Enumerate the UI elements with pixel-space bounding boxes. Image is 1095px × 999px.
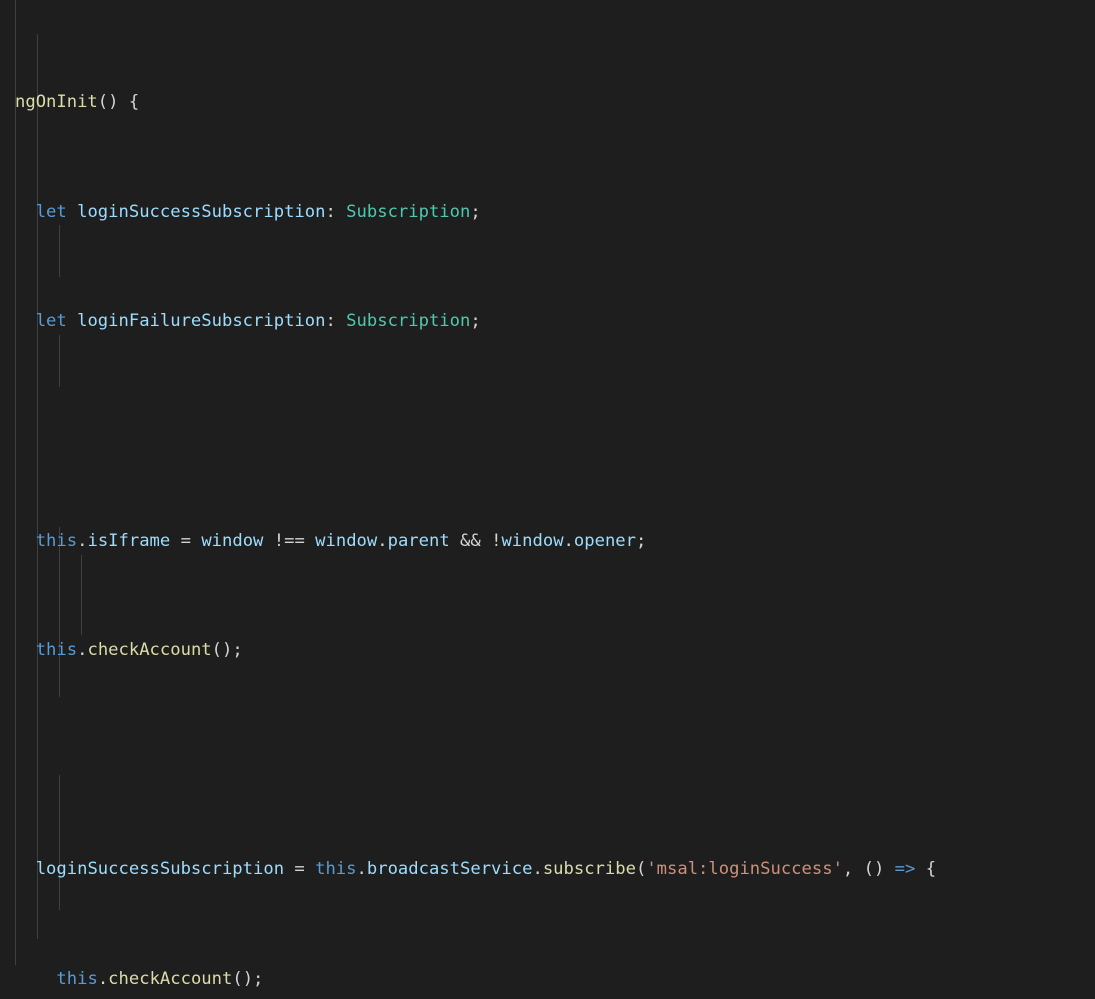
- token-this: this: [315, 859, 357, 880]
- code-line[interactable]: this.checkAccount();: [0, 966, 988, 993]
- token-identifier: loginSuccessSubscription: [77, 201, 326, 222]
- token-identifier: loginSuccessSubscription: [35, 859, 285, 880]
- token-property: parent: [387, 530, 450, 551]
- token-this: this: [35, 530, 78, 551]
- code-line[interactable]: let loginFailureSubscription: Subscripti…: [0, 308, 988, 335]
- token-method: subscribe: [542, 859, 636, 880]
- code-line[interactable]: this.checkAccount();: [0, 637, 988, 664]
- token-method: checkAccount: [87, 640, 212, 661]
- token-type: Subscription: [346, 201, 471, 222]
- code-line[interactable]: loginSuccessSubscription = this.broadcas…: [0, 856, 988, 883]
- code-line-blank[interactable]: [0, 418, 988, 445]
- code-line[interactable]: ngOnInit() {: [0, 89, 988, 116]
- token-this: this: [56, 969, 98, 990]
- token-this: this: [35, 640, 78, 661]
- token-property: broadcastService: [366, 859, 533, 880]
- code-line[interactable]: this.isIframe = window !== window.parent…: [0, 528, 988, 555]
- token-keyword-let: let: [35, 311, 67, 332]
- token-global-window: window: [315, 530, 378, 551]
- token-type: Subscription: [346, 311, 471, 332]
- code-line-blank[interactable]: [0, 747, 988, 774]
- token-arrow: =>: [894, 859, 916, 880]
- token-property: isIframe: [87, 530, 171, 551]
- token-keyword-let: let: [35, 201, 67, 222]
- token-function-name: ngOnInit: [15, 92, 98, 113]
- token-global-window: window: [501, 530, 564, 551]
- code-line[interactable]: let loginSuccessSubscription: Subscripti…: [0, 199, 988, 226]
- token-method: checkAccount: [108, 969, 233, 990]
- code-content[interactable]: ngOnInit() { let loginSuccessSubscriptio…: [0, 7, 988, 999]
- token-string: 'msal:loginSuccess': [646, 859, 843, 880]
- token-global-window: window: [201, 530, 264, 551]
- token-identifier: loginFailureSubscription: [77, 311, 326, 332]
- code-editor-viewport[interactable]: ngOnInit() { let loginSuccessSubscriptio…: [0, 0, 1095, 999]
- token-property: opener: [573, 530, 636, 551]
